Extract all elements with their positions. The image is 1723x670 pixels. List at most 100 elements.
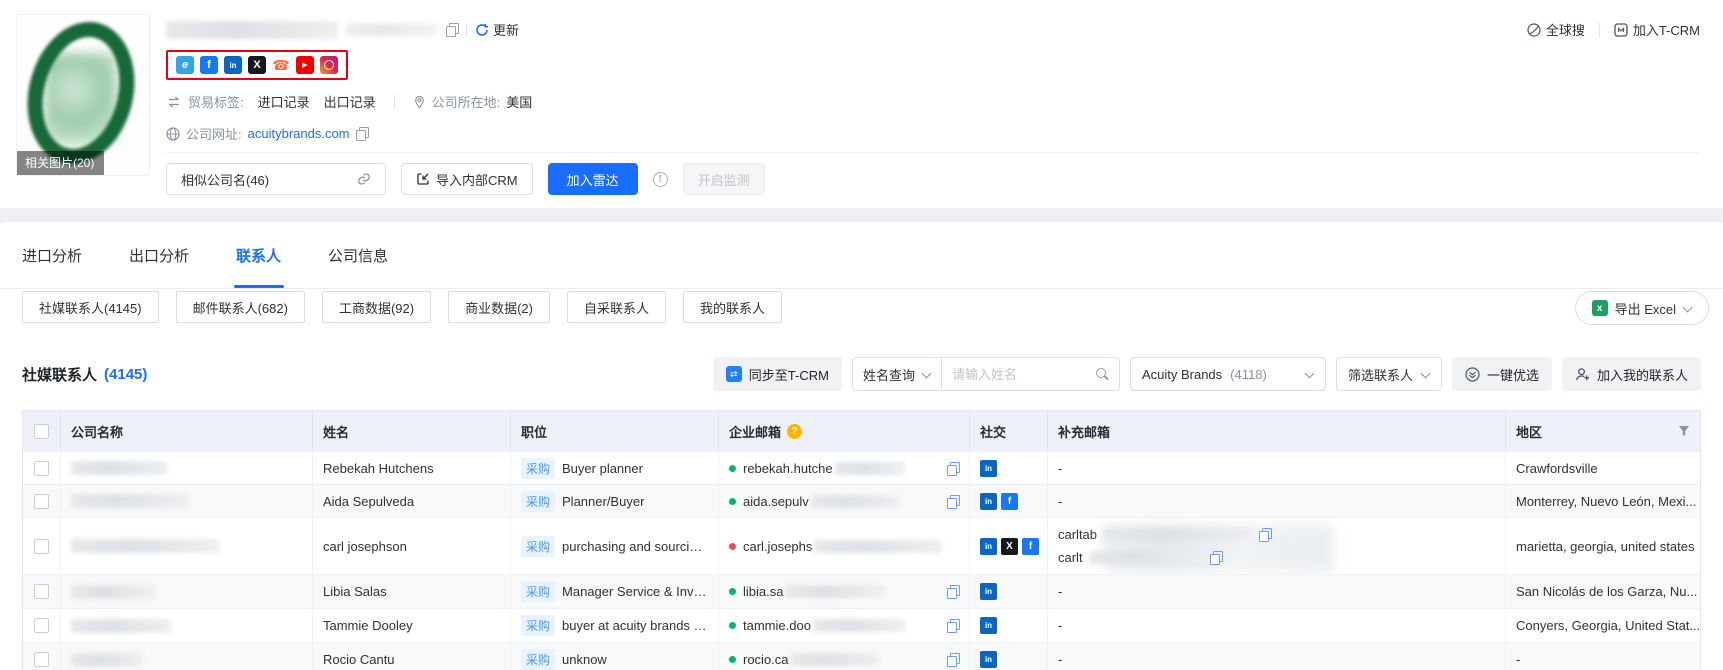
- company-header-card: 相关图片(20) 全球搜 加入T-CRM 更新 efinX☎▶ 贸易标签: 进口…: [0, 0, 1723, 208]
- email-status-dot: [729, 588, 736, 595]
- contact-region: Crawfordsville: [1506, 452, 1700, 484]
- redacted-email: [814, 540, 942, 553]
- website-link[interactable]: acuitybrands.com: [248, 126, 350, 141]
- phone-icon[interactable]: ☎: [272, 56, 290, 74]
- tab-进口分析[interactable]: 进口分析: [22, 222, 82, 288]
- company-social-links: efin X ☎ ▶: [166, 50, 348, 80]
- row-checkbox[interactable]: [34, 584, 49, 599]
- company-logo[interactable]: 相关图片(20): [16, 14, 150, 176]
- add-radar-button[interactable]: 加入雷达: [548, 163, 638, 195]
- x-icon[interactable]: X: [248, 56, 266, 74]
- related-images-badge[interactable]: 相关图片(20): [17, 151, 104, 175]
- row-checkbox[interactable]: [34, 461, 49, 476]
- linkedin-icon[interactable]: in: [980, 460, 997, 477]
- extra-email-value: -: [1058, 461, 1062, 476]
- row-checkbox[interactable]: [34, 618, 49, 633]
- one-click-optimize-button[interactable]: 一键优选: [1452, 357, 1552, 391]
- contact-title: purchasing and sourcing ...: [562, 539, 708, 554]
- copy-email-icon[interactable]: [947, 495, 959, 508]
- copy-extra-email-icon[interactable]: [1259, 528, 1271, 541]
- facebook-icon[interactable]: f: [1022, 538, 1039, 555]
- instagram-icon[interactable]: [320, 56, 338, 74]
- facebook-icon[interactable]: f: [200, 56, 218, 74]
- tab-出口分析[interactable]: 出口分析: [129, 222, 189, 288]
- linkedin-icon[interactable]: in: [980, 493, 997, 510]
- tab-公司信息[interactable]: 公司信息: [328, 222, 388, 288]
- column-company: 公司名称: [61, 411, 313, 451]
- contact-title: Planner/Buyer: [562, 494, 644, 509]
- add-my-contacts-button[interactable]: 加入我的联系人: [1562, 357, 1701, 391]
- enable-monitor-button[interactable]: 开启监测: [683, 163, 765, 195]
- row-checkbox[interactable]: [34, 539, 49, 554]
- globe-slash-icon: [1527, 23, 1541, 37]
- column-name: 姓名: [313, 411, 511, 451]
- row-checkbox[interactable]: [34, 494, 49, 509]
- name-query-select[interactable]: 姓名查询: [852, 357, 942, 391]
- redacted-company-name: [71, 653, 143, 667]
- import-internal-crm-button[interactable]: 导入内部CRM: [401, 163, 533, 195]
- join-tcrm-link[interactable]: 加入T-CRM: [1614, 20, 1700, 39]
- linkedin-icon[interactable]: in: [224, 56, 242, 74]
- table-row: Rebekah Hutchens采购Buyer plannerrebekah.h…: [23, 451, 1700, 484]
- copy-company-name-icon[interactable]: [446, 23, 458, 36]
- facebook-icon[interactable]: f: [1001, 493, 1018, 510]
- copy-website-icon[interactable]: [356, 127, 368, 140]
- info-icon[interactable]: !: [653, 172, 668, 187]
- email-status-dot: [729, 622, 736, 629]
- sync-tcrm-button[interactable]: ⇄ 同步至T-CRM: [713, 357, 842, 391]
- copy-email-icon[interactable]: [947, 653, 959, 666]
- copy-email-icon[interactable]: [947, 462, 959, 475]
- similar-companies-button[interactable]: 相似公司名(46): [166, 163, 386, 195]
- copy-email-icon[interactable]: [947, 619, 959, 632]
- select-all-checkbox[interactable]: [34, 424, 49, 439]
- chevron-down-icon: [1683, 304, 1692, 313]
- filter-contacts-select[interactable]: 筛选联系人: [1336, 357, 1442, 391]
- subtab-邮件联系人[interactable]: 邮件联系人(682): [176, 291, 305, 323]
- subtab-自采联系人[interactable]: 自采联系人: [567, 291, 666, 323]
- copy-email-icon[interactable]: [947, 585, 959, 598]
- tcrm-icon: [1614, 23, 1628, 37]
- subtab-我的联系人[interactable]: 我的联系人: [683, 291, 782, 323]
- email-text: rocio.ca: [743, 652, 789, 667]
- position-tag: 采购: [521, 649, 555, 670]
- contact-name: carl josephson: [313, 518, 511, 574]
- linkedin-icon[interactable]: in: [980, 617, 997, 634]
- contact-region: -: [1506, 643, 1700, 670]
- filter-funnel-icon[interactable]: [1678, 425, 1690, 437]
- column-social: 社交: [970, 411, 1048, 451]
- chevron-down-icon: [922, 370, 931, 379]
- import-records-link[interactable]: 进口记录: [258, 92, 310, 111]
- extra-email-text: carlt: [1058, 546, 1083, 569]
- trade-tag-icon: [166, 96, 182, 108]
- company-filter-select[interactable]: Acuity Brands (4118): [1130, 357, 1326, 391]
- redacted-email: [785, 585, 885, 598]
- redacted-company-name: [71, 619, 171, 633]
- row-checkbox[interactable]: [34, 652, 49, 667]
- export-excel-button[interactable]: x 导出 Excel: [1575, 291, 1709, 325]
- search-input[interactable]: [952, 367, 1095, 382]
- subtab-工商数据[interactable]: 工商数据(92): [322, 291, 431, 323]
- linkedin-icon[interactable]: in: [980, 538, 997, 555]
- help-icon[interactable]: ?: [787, 424, 802, 439]
- main-tabs: 进口分析出口分析 联系人 公司信息: [0, 222, 1723, 289]
- section-count: (4145): [104, 366, 147, 383]
- position-tag: 采购: [521, 581, 555, 602]
- refresh-button[interactable]: 更新: [475, 20, 519, 39]
- subtab-商业数据[interactable]: 商业数据(2): [448, 291, 550, 323]
- column-extra-email: 补充邮箱: [1048, 411, 1506, 451]
- tab-联系人[interactable]: 联系人: [236, 222, 281, 288]
- linkedin-icon[interactable]: in: [980, 583, 997, 600]
- redacted-email: [811, 495, 899, 508]
- copy-extra-email-icon[interactable]: [1210, 551, 1222, 564]
- linkedin-icon[interactable]: in: [980, 651, 997, 668]
- table-row: carl josephson采购purchasing and sourcing …: [23, 517, 1700, 574]
- search-icon[interactable]: [1095, 367, 1109, 381]
- subtab-社媒联系人[interactable]: 社媒联系人(4145): [22, 291, 159, 323]
- redacted-email: [791, 653, 879, 666]
- global-search-link[interactable]: 全球搜: [1527, 20, 1585, 39]
- export-records-link[interactable]: 出口记录: [324, 92, 376, 111]
- x-icon[interactable]: X: [1001, 538, 1018, 555]
- ie-icon[interactable]: e: [176, 56, 194, 74]
- youtube-icon[interactable]: ▶: [296, 56, 314, 74]
- contact-title: Manager Service & Invent...: [562, 584, 708, 599]
